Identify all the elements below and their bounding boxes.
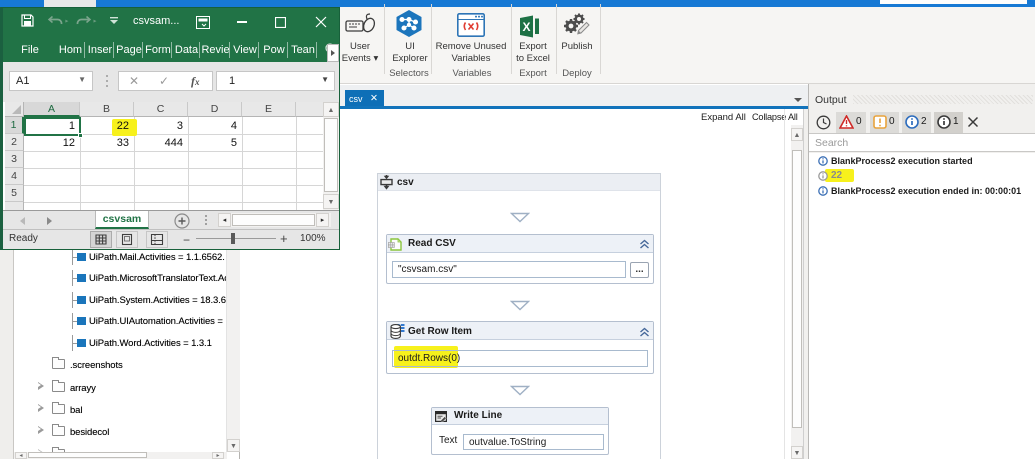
svg-text:X: X [522,20,530,34]
